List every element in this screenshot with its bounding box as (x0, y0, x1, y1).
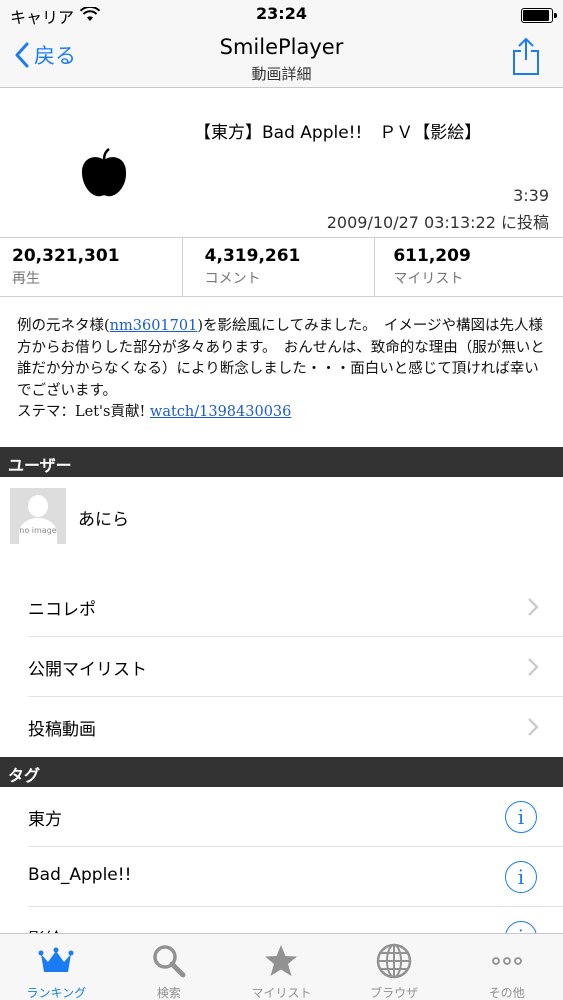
stat-views: 20,321,301 再生 (0, 238, 183, 296)
tab-label: その他 (488, 986, 525, 1000)
user-name: あにら (78, 510, 129, 530)
tag-label: Bad_Apple!! (28, 865, 132, 885)
nav-title: SmilePlayer (219, 35, 344, 59)
nav-subtitle: 動画詳細 (251, 65, 312, 83)
stat-value: 4,319,261 (204, 246, 301, 266)
list-item-posted-videos[interactable]: 投稿動画 (0, 697, 563, 757)
description-text: 例の元ネタ様( (17, 318, 110, 334)
stat-label: 再生 (12, 271, 40, 287)
video-description: 例の元ネタ様(nm3601701)を影絵風にしてみました。 イメージや構図は先人… (17, 316, 547, 424)
description-text: ステマ：Let's貢献! (17, 404, 150, 420)
tab-browser[interactable]: ブラウザ (338, 934, 451, 1000)
video-link[interactable]: nm3601701 (110, 318, 198, 334)
search-icon (153, 945, 186, 978)
stat-label: マイリスト (393, 271, 464, 287)
chevron-right-icon (528, 598, 539, 616)
tab-label: ランキング (26, 986, 87, 1000)
avatar-placeholder-text: no image (19, 526, 57, 535)
tag-label: 東方 (28, 810, 62, 830)
section-header-tags: タグ (0, 757, 563, 787)
info-icon[interactable]: i (505, 861, 537, 893)
globe-icon (376, 943, 412, 979)
chevron-right-icon (528, 718, 539, 736)
more-icon (491, 957, 522, 965)
share-icon[interactable] (511, 36, 541, 76)
navigation-bar: 戻る SmilePlayer 動画詳細 (0, 30, 563, 88)
tab-mylist[interactable]: マイリスト (225, 934, 338, 1000)
stats-row: 20,321,301 再生 4,319,261 コメント 611,209 マイリ… (0, 238, 563, 297)
stat-comments: 4,319,261 コメント (183, 238, 376, 296)
status-time: 23:24 (256, 4, 307, 23)
section-header-user: ユーザー (0, 447, 563, 477)
list-item-nicorepo[interactable]: ニコレポ (0, 577, 563, 637)
star-icon (265, 945, 298, 976)
list-item-public-mylist[interactable]: 公開マイリスト (0, 637, 563, 697)
tab-ranking[interactable]: ランキング (0, 934, 113, 1000)
tab-bar: ランキング 検索 マイリスト ブラウザ その他 (0, 933, 563, 1000)
video-thumbnail[interactable] (78, 148, 130, 200)
user-row[interactable]: no image あにら (0, 477, 563, 557)
tab-other[interactable]: その他 (450, 934, 563, 1000)
stat-label: コメント (204, 271, 261, 287)
list-item-label: ニコレポ (28, 600, 96, 620)
posted-date: 2009/10/27 03:13:22 に投稿 (326, 213, 549, 232)
crown-icon (38, 947, 74, 972)
video-title: 【東方】Bad Apple!! ＰＶ【影絵】 (194, 123, 482, 143)
watch-link[interactable]: watch/1398430036 (150, 404, 291, 420)
chevron-right-icon (528, 658, 539, 676)
list-item-label: 公開マイリスト (28, 660, 147, 680)
tab-label: マイリスト (251, 986, 312, 1000)
tag-row[interactable]: 東方 i (0, 787, 563, 847)
status-bar: キャリア 23:24 (0, 0, 563, 30)
tab-search[interactable]: 検索 (113, 934, 226, 1000)
video-duration: 3:39 (513, 186, 549, 205)
tab-label: 検索 (156, 986, 181, 1000)
battery-icon (521, 8, 557, 23)
tab-label: ブラウザ (370, 986, 419, 1000)
stat-value: 611,209 (393, 246, 471, 266)
stat-mylists: 611,209 マイリスト (375, 238, 563, 296)
tag-row[interactable]: Bad_Apple!! i (0, 847, 563, 907)
video-header: 【東方】Bad Apple!! ＰＶ【影絵】 3:39 2009/10/27 0… (0, 88, 563, 238)
stat-value: 20,321,301 (12, 246, 120, 266)
info-icon[interactable]: i (505, 801, 537, 833)
avatar: no image (10, 488, 66, 544)
list-item-label: 投稿動画 (28, 720, 96, 740)
